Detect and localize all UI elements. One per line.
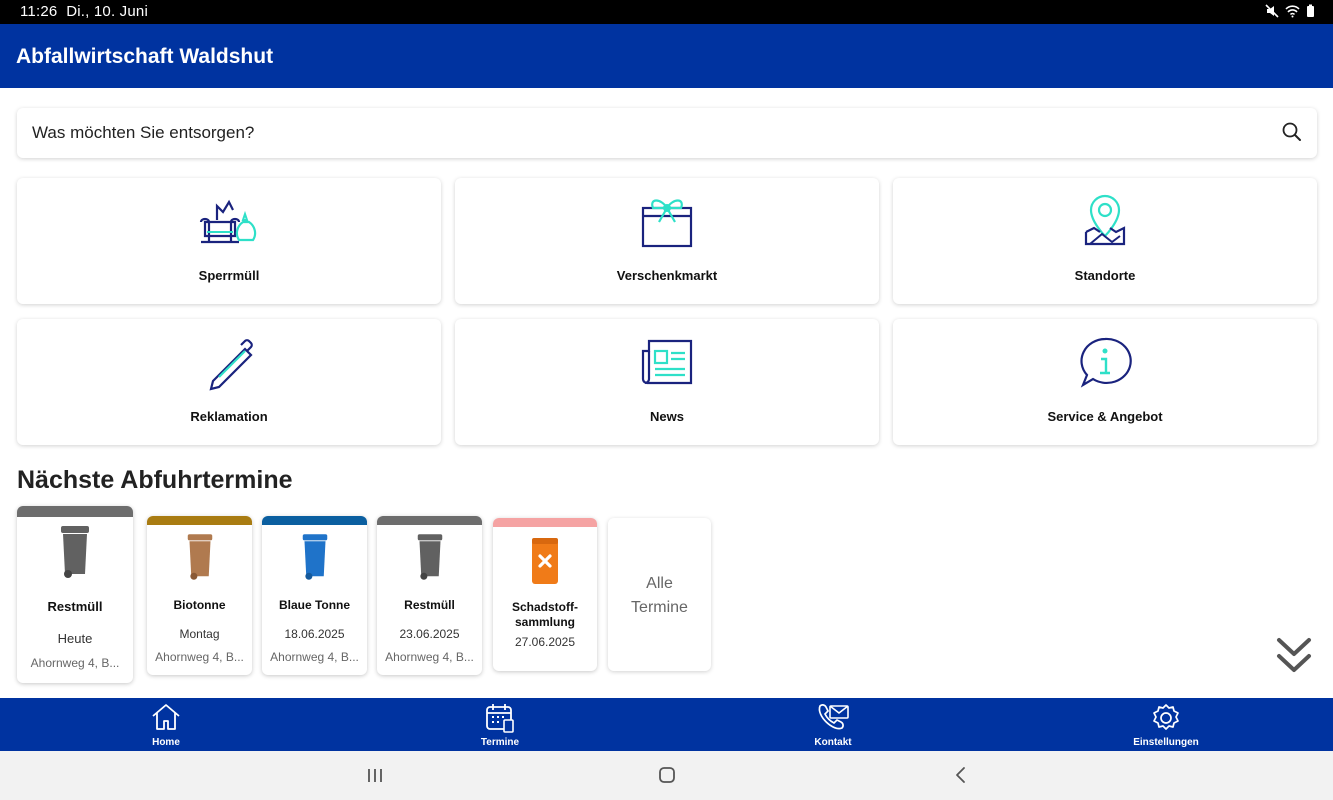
app-bar: Abfallwirtschaft Waldshut (0, 24, 1333, 88)
pickup-card[interactable]: Restmüll Heute Ahornweg 4, B... (17, 506, 133, 683)
pickup-date: 18.06.2025 (284, 627, 345, 641)
nav-label: Home (152, 737, 180, 748)
battery-icon (1307, 4, 1314, 17)
organic-bin-icon (187, 534, 212, 580)
nav-label: Termine (480, 737, 520, 748)
tile-service-angebot[interactable]: Service & Angebot (893, 319, 1317, 445)
system-navigation-bar (0, 751, 1333, 800)
status-time: 11:26 Di., 10. Juni (20, 3, 148, 20)
tile-label: Sperrmüll (198, 268, 260, 283)
trash-bin-icon (61, 526, 89, 578)
tile-label: News (650, 409, 684, 424)
app-title: Abfallwirtschaft Waldshut (16, 45, 274, 68)
pickup-name: Blaue Tonne (278, 598, 351, 612)
home-icon (152, 704, 180, 730)
search-icon[interactable] (1281, 121, 1303, 143)
bulky-waste-icon (199, 199, 257, 244)
nav-einstellungen[interactable]: Einstellungen (1106, 698, 1226, 751)
pickup-card[interactable]: Schadstoff-sammlung 27.06.2025 (493, 518, 597, 671)
wifi-icon (1285, 5, 1300, 18)
card-color-bar (17, 506, 133, 517)
pickup-name: Schadstoff-sammlung (512, 600, 578, 629)
tile-standorte[interactable]: Standorte (893, 178, 1317, 304)
nav-label: Kontakt (814, 737, 852, 748)
card-color-bar (377, 516, 482, 525)
search-input[interactable]: Was möchten Sie entsorgen? (32, 123, 254, 143)
pickup-card[interactable]: Biotonne Montag Ahornweg 4, B... (147, 516, 252, 675)
back-icon[interactable] (952, 766, 970, 784)
location-pin-icon (1084, 194, 1126, 246)
nav-home[interactable]: Home (106, 698, 226, 751)
pickup-date: 23.06.2025 (399, 627, 460, 641)
calendar-icon (486, 704, 514, 733)
tile-news[interactable]: News (455, 319, 879, 445)
paper-bin-icon (302, 534, 327, 580)
nav-kontakt[interactable]: Kontakt (773, 698, 893, 751)
status-bar: 11:26 Di., 10. Juni (0, 0, 1333, 24)
pickup-address: Ahornweg 4, B... (155, 650, 244, 664)
section-title: Nächste Abfuhrtermine (17, 466, 293, 494)
pickup-name: Biotonne (173, 598, 226, 612)
status-icons (1265, 4, 1315, 18)
pickup-name: Restmüll (47, 599, 103, 614)
gift-box-icon (641, 199, 693, 248)
tile-reklamation[interactable]: Reklamation (17, 319, 441, 445)
all-dates-label: Alle Termine (631, 575, 688, 616)
tile-sperrmuell[interactable]: Sperrmüll (17, 178, 441, 304)
pickup-address: Ahornweg 4, B... (30, 656, 120, 670)
pickup-card[interactable]: Restmüll 23.06.2025 Ahornweg 4, B... (377, 516, 482, 675)
bottom-navigation: Home Termine Kontakt Einstellungen (0, 698, 1333, 751)
mute-icon (1265, 4, 1279, 18)
home-button-icon[interactable] (658, 766, 676, 784)
tile-label: Service & Angebot (1047, 409, 1163, 424)
chevron-double-down-icon[interactable] (1275, 636, 1313, 676)
phone-mail-icon (818, 704, 849, 730)
gear-icon (1153, 704, 1179, 730)
pickup-address: Ahornweg 4, B... (270, 650, 359, 664)
search-bar[interactable]: Was möchten Sie entsorgen? (17, 108, 1317, 158)
tile-verschenkmarkt[interactable]: Verschenkmarkt (455, 178, 879, 304)
nav-label: Einstellungen (1133, 737, 1199, 748)
tile-label: Standorte (1074, 268, 1136, 283)
recent-apps-icon[interactable] (366, 766, 384, 784)
tile-label: Reklamation (190, 409, 268, 424)
card-color-bar (262, 516, 367, 525)
nav-termine[interactable]: Termine (440, 698, 560, 751)
pickup-date: 27.06.2025 (514, 635, 576, 649)
newspaper-icon (641, 339, 693, 385)
card-color-bar (147, 516, 252, 525)
card-color-bar (493, 518, 597, 527)
all-dates-button[interactable]: Alle Termine (608, 518, 711, 671)
pickup-card[interactable]: Blaue Tonne 18.06.2025 Ahornweg 4, B... (262, 516, 367, 675)
pencil-icon (209, 339, 253, 391)
trash-bin-icon (417, 534, 442, 580)
tile-label: Verschenkmarkt (616, 268, 718, 283)
info-bubble-icon (1080, 337, 1132, 388)
pickup-date: Montag (179, 627, 220, 641)
pickup-date: Heute (57, 631, 93, 646)
pickup-address: Ahornweg 4, B... (385, 650, 474, 664)
pickup-name: Restmüll (404, 598, 455, 612)
hazardous-waste-icon (532, 538, 558, 584)
